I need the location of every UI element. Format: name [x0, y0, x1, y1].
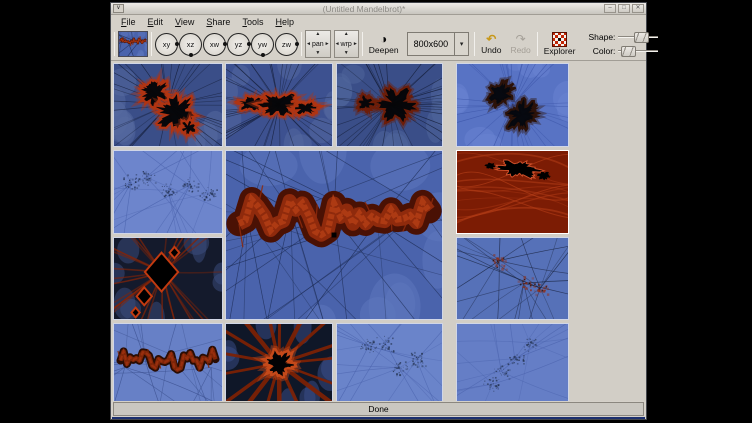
- menu-edit[interactable]: Edit: [142, 17, 170, 27]
- shape-slider[interactable]: [618, 32, 658, 43]
- color-value: 11.8: [661, 46, 684, 56]
- shape-color-controls: Shape: 61.3 Color: 11.8: [581, 31, 686, 58]
- rotate-dial-yw[interactable]: yw: [251, 33, 274, 56]
- fractal-thumbnail-r3c1[interactable]: [113, 237, 223, 320]
- menubar: FileEditViewShareToolsHelp: [111, 15, 646, 28]
- fractal-preview-center[interactable]: [225, 150, 443, 320]
- status-bar: Done: [113, 402, 644, 416]
- explorer-mutation-grid: [111, 61, 646, 401]
- menu-view[interactable]: View: [169, 17, 200, 27]
- explorer-toggle-button[interactable]: Explorer: [541, 30, 579, 59]
- pan-pad[interactable]: ▲ ◄ pan ► ▼: [305, 30, 331, 58]
- warp-left-arrow-icon[interactable]: ◄: [335, 42, 340, 47]
- fractal-thumbnail-r1c4[interactable]: [456, 63, 569, 147]
- color-slider-thumb[interactable]: [621, 46, 636, 57]
- size-select[interactable]: 800x600 ▾: [407, 32, 470, 56]
- dial-angle-dot: [189, 53, 193, 57]
- window-title: (Untitled Mandelbrot)*: [124, 4, 604, 14]
- rotate-dial-zw[interactable]: zw: [275, 33, 298, 56]
- status-text: Done: [368, 404, 388, 414]
- rotate-dial-xw[interactable]: xw: [203, 33, 226, 56]
- menu-file[interactable]: File: [115, 17, 142, 27]
- fractal-thumbnail-r2c4[interactable]: [456, 150, 569, 234]
- shape-slider-thumb[interactable]: [634, 32, 649, 43]
- dial-label-xz: xz: [187, 40, 195, 49]
- warp-up-arrow-icon[interactable]: ▲: [344, 32, 349, 37]
- close-button[interactable]: ✕: [632, 4, 644, 13]
- pan-right-arrow-icon[interactable]: ►: [325, 42, 330, 47]
- fractal-thumbnail-r4c2[interactable]: [225, 323, 333, 401]
- shape-label: Shape:: [581, 32, 615, 42]
- toolbar-separator: [151, 32, 152, 56]
- rotation-dials-group: xy xz xw yz yw zw: [155, 33, 298, 56]
- redo-button[interactable]: ↷ Redo: [507, 30, 533, 59]
- fractal-thumbnail-r4c1[interactable]: [113, 323, 223, 401]
- rotate-dial-yz[interactable]: yz: [227, 33, 250, 56]
- pan-down-arrow-icon[interactable]: ▼: [315, 51, 320, 56]
- menu-share[interactable]: Share: [200, 17, 236, 27]
- warp-label: wrp: [341, 41, 352, 48]
- toolbar-separator: [537, 32, 538, 56]
- warp-down-arrow-icon[interactable]: ▼: [344, 51, 349, 56]
- fractal-thumbnail-r2c1[interactable]: [113, 150, 223, 234]
- fractal-thumbnail-r1c2[interactable]: [225, 63, 333, 147]
- window-menu-icon[interactable]: ∨: [113, 4, 124, 13]
- deepen-button[interactable]: ◑ Deepen: [366, 30, 402, 59]
- menu-help[interactable]: Help: [269, 17, 300, 27]
- fractal-thumbnail-r4c3[interactable]: [336, 323, 443, 401]
- toolbar-separator: [301, 32, 302, 56]
- desktop-background: ∨ (Untitled Mandelbrot)* – □ ✕ FileEditV…: [0, 0, 752, 423]
- pan-up-arrow-icon[interactable]: ▲: [315, 32, 320, 37]
- dial-label-yz: yz: [235, 40, 243, 49]
- minimize-button[interactable]: –: [604, 4, 616, 13]
- explorer-grid-icon: [552, 32, 567, 47]
- menu-tools[interactable]: Tools: [236, 17, 269, 27]
- toolbar-separator: [362, 32, 363, 56]
- color-slider[interactable]: [618, 46, 658, 57]
- dial-label-yw: yw: [258, 40, 267, 49]
- current-fractal-preview: [118, 31, 148, 57]
- fractal-thumbnail-r1c1[interactable]: [113, 63, 223, 147]
- pan-label: pan: [312, 41, 324, 48]
- pan-left-arrow-icon[interactable]: ◄: [306, 42, 311, 47]
- shape-value: 61.3: [661, 32, 684, 42]
- fractal-thumbnail-r3c4[interactable]: [456, 237, 569, 320]
- toolbar-separator: [474, 32, 475, 56]
- rotate-dial-xz[interactable]: xz: [179, 33, 202, 56]
- chevron-down-icon[interactable]: ▾: [454, 33, 468, 55]
- maximize-button[interactable]: □: [618, 4, 630, 13]
- dial-angle-dot: [295, 42, 299, 46]
- dial-angle-dot: [261, 53, 265, 57]
- window-bottom-accent: [112, 417, 645, 419]
- toolbar-grip[interactable]: [114, 32, 115, 56]
- warp-pad[interactable]: ▲ ◄ wrp ► ▼: [334, 30, 359, 58]
- size-select-value: 800x600: [408, 33, 455, 55]
- titlebar[interactable]: ∨ (Untitled Mandelbrot)* – □ ✕: [111, 3, 646, 15]
- fractal-thumbnail-r1c3[interactable]: [336, 63, 443, 147]
- undo-button[interactable]: ↶ Undo: [478, 30, 504, 59]
- dial-label-zw: zw: [282, 40, 291, 49]
- toolbar: xy xz xw yz yw zw ▲ ◄ pan ► ▼ ▲ ◄ wrp ► ▼: [111, 28, 646, 61]
- app-window: ∨ (Untitled Mandelbrot)* – □ ✕ FileEditV…: [110, 2, 647, 420]
- dial-label-xw: xw: [210, 40, 219, 49]
- fractal-thumbnail-r4c4[interactable]: [456, 323, 569, 401]
- rotate-dial-xy[interactable]: xy: [155, 33, 178, 56]
- warp-right-arrow-icon[interactable]: ►: [353, 42, 358, 47]
- color-label: Color:: [581, 46, 615, 56]
- dial-label-xy: xy: [163, 40, 171, 49]
